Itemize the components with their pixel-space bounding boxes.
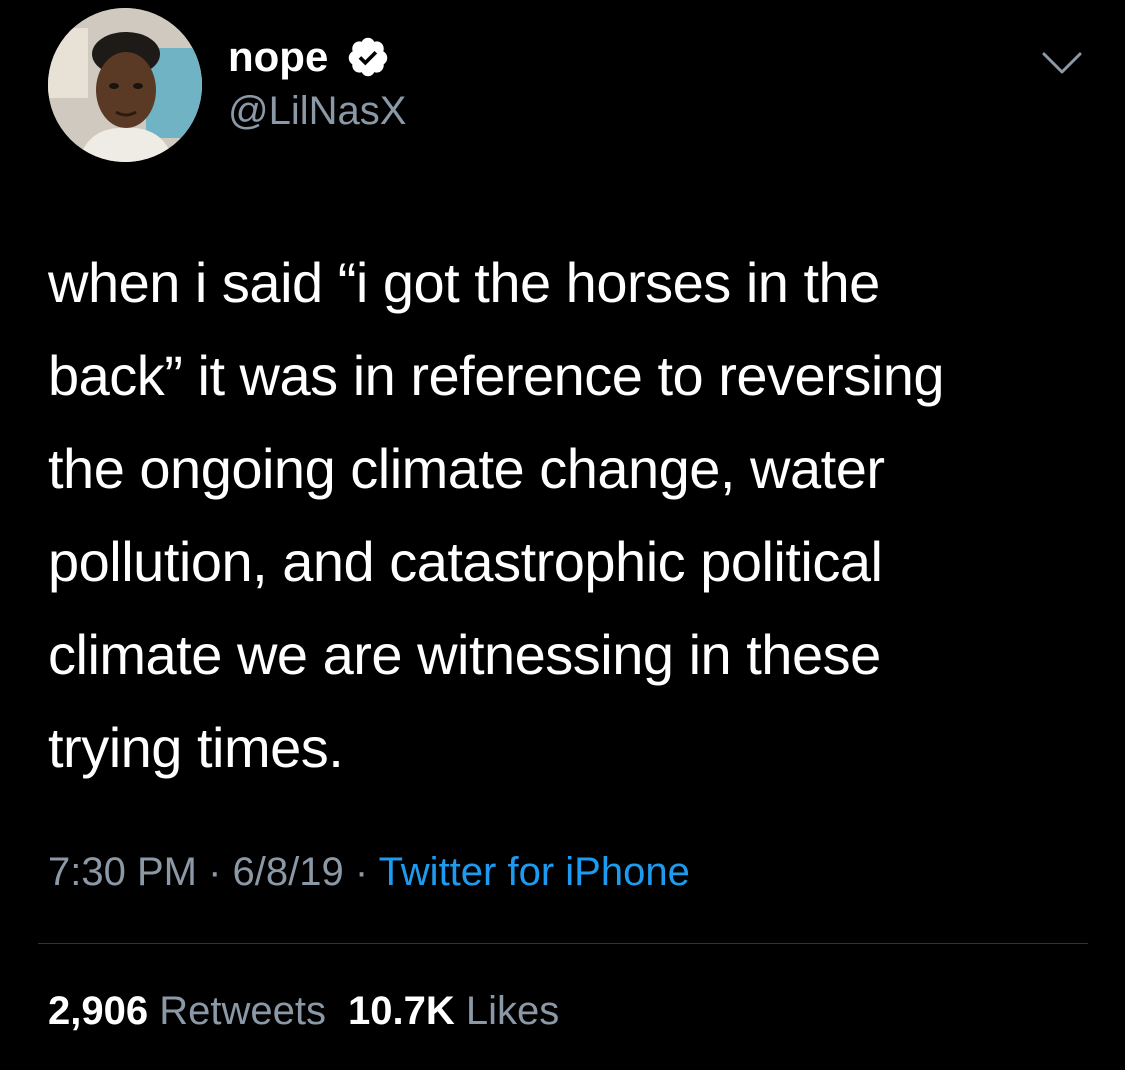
- tweet-source-link[interactable]: Twitter for iPhone: [379, 850, 690, 894]
- tweet-date[interactable]: 6/8/19: [233, 850, 344, 894]
- likes-label: Likes: [465, 989, 560, 1033]
- verified-badge-icon: [348, 37, 388, 77]
- profile-photo-icon: [48, 8, 202, 162]
- retweets-count: 2,906: [48, 989, 149, 1033]
- tweet-detail: nope @LilNasX when i said “i got the hor…: [0, 0, 1125, 1070]
- user-handle[interactable]: @LilNasX: [228, 86, 406, 136]
- tweet-text: when i said “i got the horses in the bac…: [48, 251, 945, 779]
- tweet-stats: 2,906 Retweets 10.7K Likes: [48, 985, 559, 1037]
- likes-count: 10.7K: [347, 989, 455, 1033]
- chevron-down-icon[interactable]: [1040, 48, 1084, 78]
- retweets-label: Retweets: [159, 989, 326, 1033]
- tweet-time[interactable]: 7:30 PM: [48, 850, 197, 894]
- meta-separator: ·: [343, 850, 379, 894]
- meta-separator: ·: [196, 850, 233, 894]
- retweets-stat[interactable]: 2,906 Retweets: [48, 989, 326, 1033]
- display-name[interactable]: nope: [228, 30, 328, 84]
- likes-stat[interactable]: 10.7K Likes: [348, 989, 559, 1033]
- divider: [38, 943, 1088, 944]
- avatar[interactable]: [48, 8, 202, 162]
- tweet-meta: 7:30 PM · 6/8/19 · Twitter for iPhone: [48, 846, 690, 898]
